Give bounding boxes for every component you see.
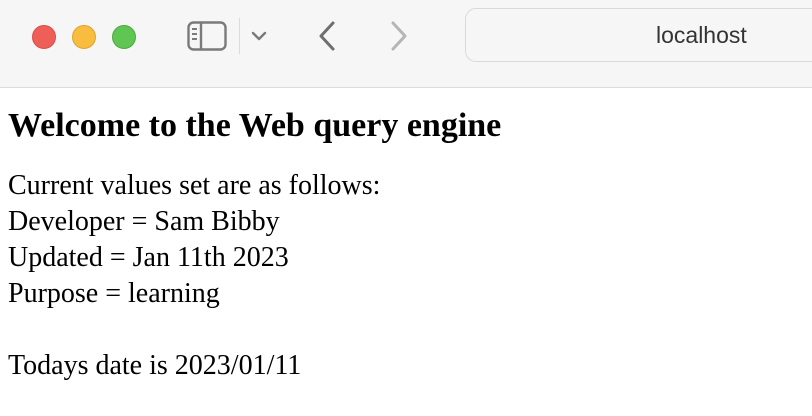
page-heading: Welcome to the Web query engine	[8, 107, 502, 144]
value-updated: Updated = Jan 11th 2023	[8, 242, 289, 273]
browser-toolbar: localhost	[0, 0, 812, 88]
sidebar-toggle-button[interactable]	[186, 20, 228, 52]
tab-group-menu-button[interactable]	[249, 26, 269, 46]
toolbar-divider	[239, 18, 240, 54]
chevron-down-icon	[251, 31, 267, 41]
address-text: localhost	[656, 22, 747, 48]
close-window-button[interactable]	[32, 25, 56, 49]
chevron-right-icon	[391, 21, 407, 51]
back-button[interactable]	[312, 18, 342, 54]
value-purpose: Purpose = learning	[8, 278, 220, 309]
address-bar[interactable]: localhost	[465, 8, 812, 62]
browser-window: localhost Welcome to the Web query engin…	[0, 0, 812, 416]
page-content: Welcome to the Web query engine Current …	[8, 88, 808, 384]
value-developer: Developer = Sam Bibby	[8, 206, 280, 237]
sidebar-icon	[187, 21, 227, 51]
zoom-window-button[interactable]	[112, 25, 136, 49]
forward-button[interactable]	[384, 18, 414, 54]
intro-text: Current values set are as follows:	[8, 170, 381, 201]
date-line: Todays date is 2023/01/11	[8, 350, 302, 381]
chevron-left-icon	[319, 21, 335, 51]
minimize-window-button[interactable]	[72, 25, 96, 49]
